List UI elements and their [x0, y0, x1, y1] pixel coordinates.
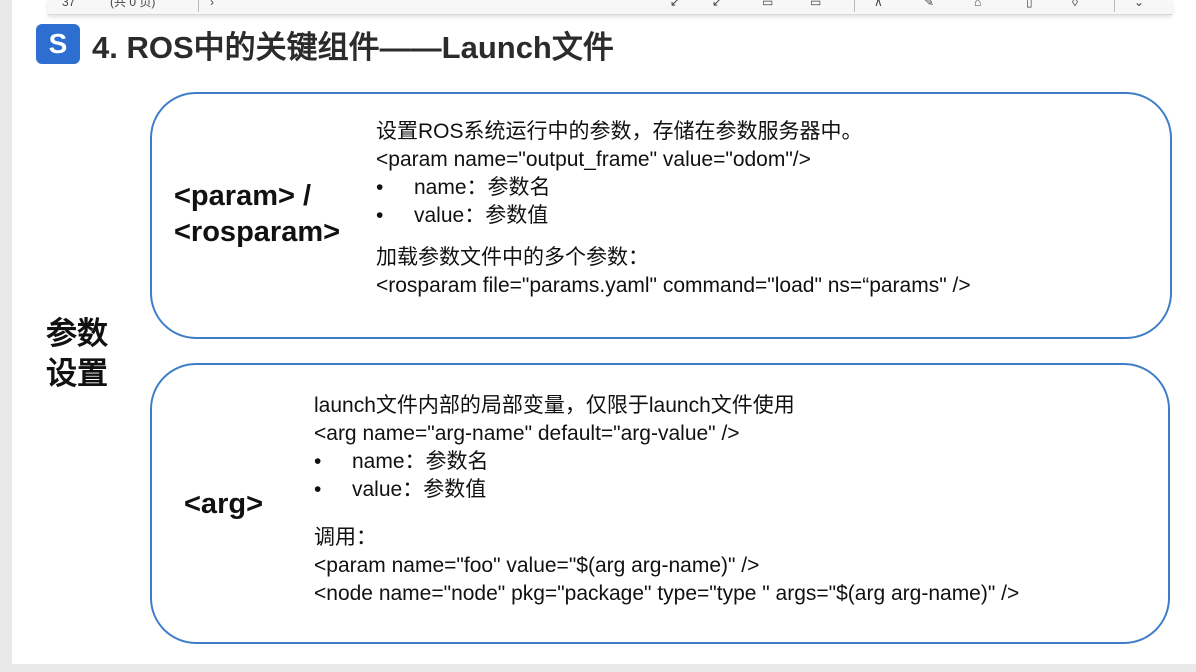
arg-bullet: • name：参数名: [314, 450, 489, 473]
param-tag-line: <param> /: [174, 180, 312, 212]
toolbar-icon-4[interactable]: ▭: [762, 0, 773, 10]
param-description: 设置ROS系统运行中的参数，存储在参数服务器中。 <param name="ou…: [376, 118, 971, 300]
toolbar-icon-8[interactable]: ⌂: [974, 0, 981, 10]
section-label: 参数 设置: [46, 314, 116, 394]
toolbar-icon-10[interactable]: ◊: [1072, 0, 1078, 10]
toolbar-icon-2[interactable]: ↙: [670, 0, 680, 10]
arg-tag: <arg>: [184, 488, 263, 520]
arg-desc: launch文件内部的局部变量，仅限于launch文件使用: [314, 394, 795, 417]
arg-call-example: <param name="foo" value="$(arg arg-name)…: [314, 554, 760, 577]
param-bullet: • value：参数值: [376, 204, 549, 227]
arg-bullet: • value：参数值: [314, 478, 487, 501]
toolbar-icon-1[interactable]: ⌃: [618, 0, 628, 10]
param-tag: <param> / <rosparam>: [174, 178, 340, 250]
param-bullet: • name：参数名: [376, 176, 551, 199]
param-load-desc: 加载参数文件中的多个参数：: [376, 246, 649, 269]
page-total: (共 0 页): [110, 0, 156, 9]
toolbar-icon-11[interactable]: ⌄: [1134, 0, 1144, 10]
section-label-line: 参数: [46, 316, 108, 351]
arg-example: <arg name="arg-name" default="arg-value"…: [314, 422, 740, 445]
param-example: <param name="output_frame" value="odom"/…: [376, 148, 811, 171]
toolbar-divider: [1114, 0, 1115, 12]
toolbar-icon-7[interactable]: ✎: [924, 0, 934, 10]
page-number[interactable]: 37: [62, 0, 75, 10]
arg-description: launch文件内部的局部变量，仅限于launch文件使用 <arg name=…: [314, 392, 1019, 608]
logo-icon: S: [36, 24, 80, 64]
section-label-line: 设置: [46, 356, 108, 391]
viewer-toolbar: 37 (共 0 页) › ⌃ ↙ ↙ ▭ ▭ ∧ ✎ ⌂ ▯ ◊ ⌄: [48, 0, 1172, 15]
next-page-icon[interactable]: ›: [210, 0, 214, 10]
arg-call-label: 调用：: [314, 526, 377, 549]
toolbar-icon-3[interactable]: ↙: [712, 0, 722, 10]
param-load-example: <rosparam file="params.yaml" command="lo…: [376, 274, 971, 297]
toolbar-divider: [854, 0, 855, 12]
param-desc: 设置ROS系统运行中的参数，存储在参数服务器中。: [376, 120, 863, 143]
toolbar-icon-9[interactable]: ▯: [1026, 0, 1033, 10]
arg-call-example: <node name="node" pkg="package" type="ty…: [314, 582, 1020, 605]
toolbar-icon-5[interactable]: ▭: [810, 0, 821, 10]
slide-title: 4. ROS中的关键组件——Launch文件: [92, 30, 614, 65]
toolbar-divider: [198, 0, 199, 12]
toolbar-icon-6[interactable]: ∧: [874, 0, 883, 10]
param-tag-line: <rosparam>: [174, 216, 341, 248]
